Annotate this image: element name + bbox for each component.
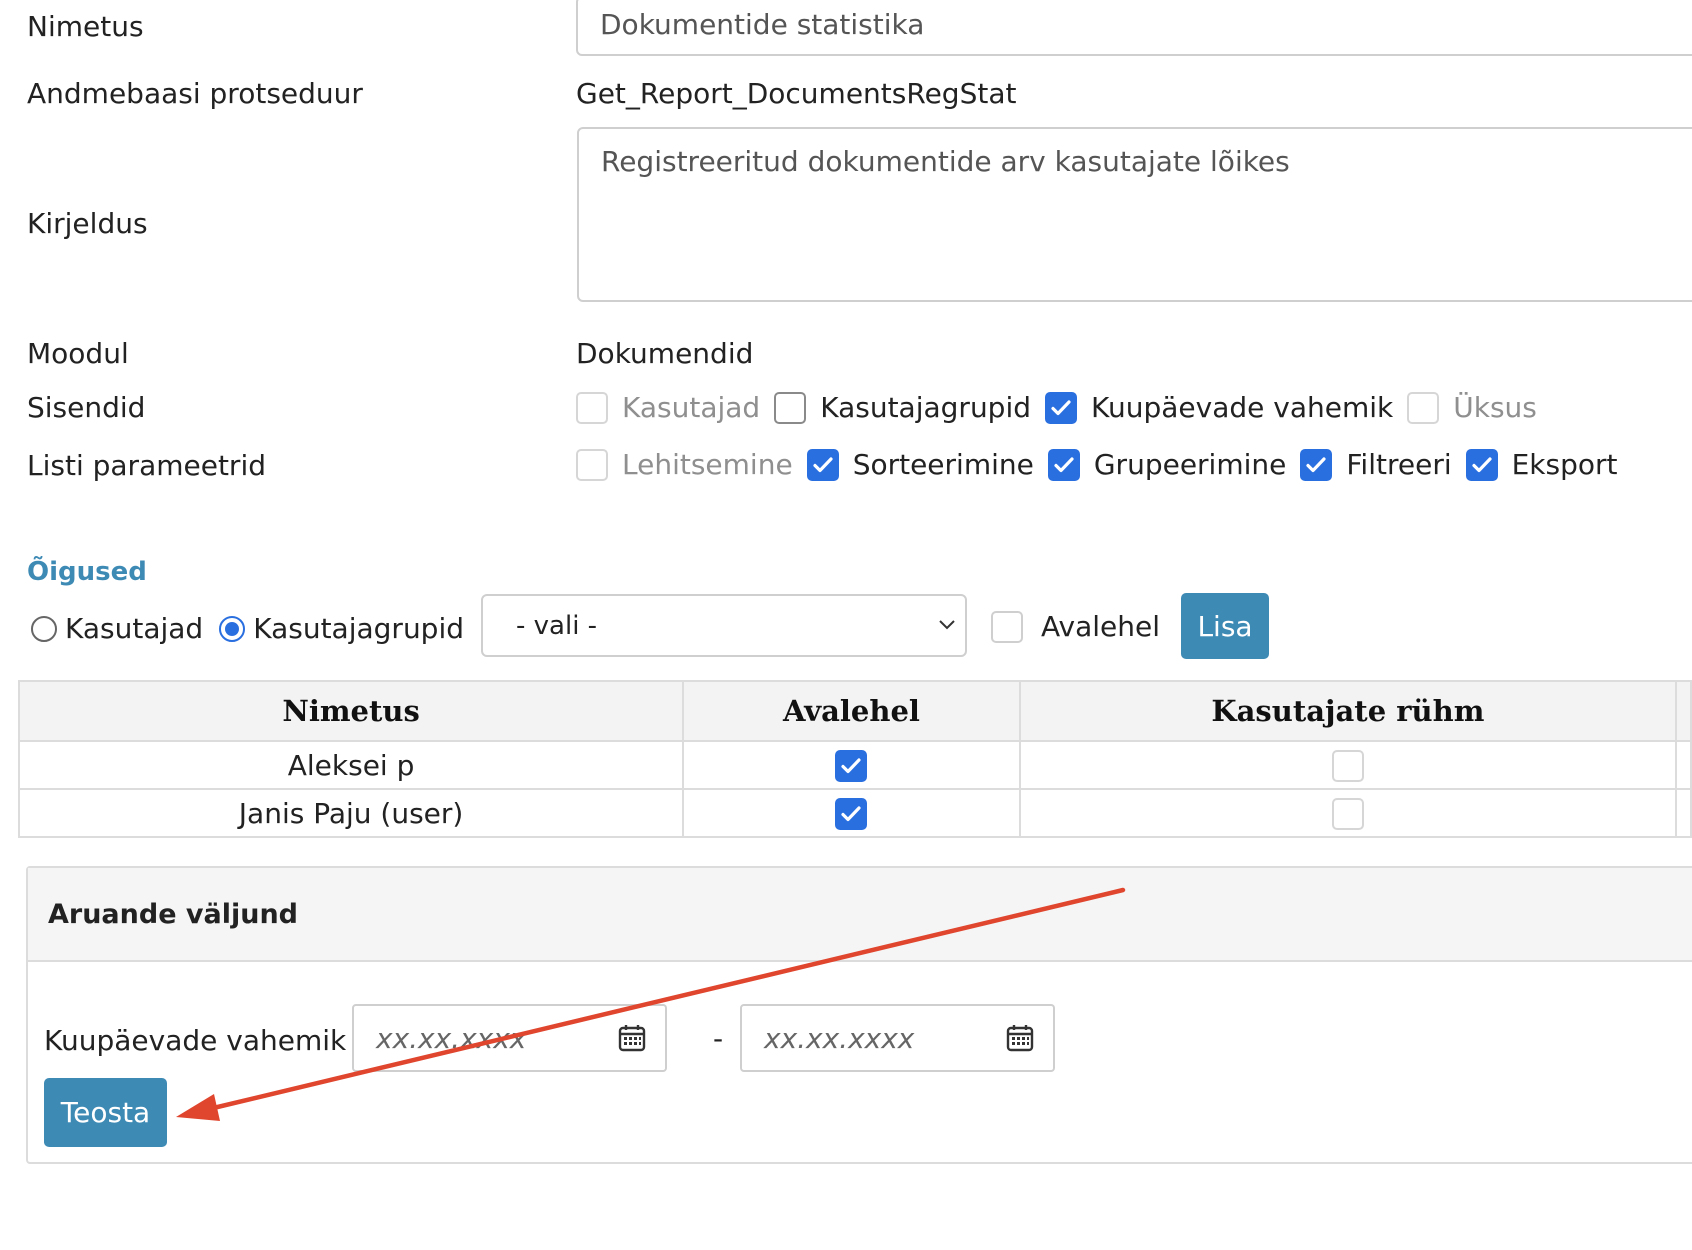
description-textarea[interactable]: Registreeritud dokumentide arv kasutajat… xyxy=(577,127,1692,302)
checkmark-icon xyxy=(1054,456,1074,472)
inputs-label: Sisendid xyxy=(27,391,146,424)
list-param-paging[interactable]: Lehitsemine xyxy=(576,448,793,481)
radio-button-selected[interactable] xyxy=(219,615,246,642)
checkbox[interactable] xyxy=(576,448,608,481)
checkbox[interactable] xyxy=(1331,798,1364,830)
table-cell-extra xyxy=(1675,740,1692,790)
panel-heading: Aruande väljund xyxy=(28,868,1692,962)
table-cell-usergroup xyxy=(1018,740,1678,790)
checkbox-label: Grupeerimine xyxy=(1093,448,1287,481)
checkbox-checked[interactable] xyxy=(835,750,868,782)
radio-label: Kasutajagrupid xyxy=(253,612,465,645)
select-value: - vali - xyxy=(516,610,598,641)
column-header-frontpage[interactable]: Avalehel xyxy=(682,680,1021,742)
table-cell-name: Aleksei p xyxy=(17,740,685,790)
name-field[interactable]: Dokumentide statistika xyxy=(576,0,1692,56)
checkbox-checked[interactable] xyxy=(835,798,868,830)
checkmark-icon xyxy=(841,806,862,822)
table-row: Janis Paju (user) xyxy=(17,788,1692,838)
table-cell-name: Janis Paju (user) xyxy=(17,788,685,838)
list-param-sorting[interactable]: Sorteerimine xyxy=(806,448,1034,481)
checkmark-icon xyxy=(1472,456,1492,472)
inputs-checkbox-group: Kasutajad Kasutajagrupid Kuupäevade vahe… xyxy=(576,391,1551,424)
column-header-name[interactable]: Nimetus xyxy=(17,680,685,742)
input-option-unit[interactable]: Üksus xyxy=(1407,391,1537,424)
rights-heading: Õigused xyxy=(27,557,147,587)
input-option-date-range[interactable]: Kuupäevade vahemik xyxy=(1045,391,1393,424)
checkmark-icon xyxy=(1306,456,1326,472)
checkbox-checked[interactable] xyxy=(1300,448,1333,481)
radio-usergroups[interactable]: Kasutajagrupid xyxy=(219,612,464,645)
checkmark-icon xyxy=(841,758,862,774)
date-to-input[interactable]: xx.xx.xxxx xyxy=(740,1004,989,1072)
date-to-calendar-button[interactable] xyxy=(987,1004,1055,1072)
table-cell-extra xyxy=(1675,788,1692,838)
checkbox-label: Kasutajad xyxy=(622,391,761,424)
radio-button[interactable] xyxy=(31,615,57,642)
checkbox-label: Lehitsemine xyxy=(622,448,793,481)
column-header-usergroup[interactable]: Kasutajate rühm xyxy=(1018,680,1678,742)
checkmark-icon xyxy=(813,456,833,472)
rights-table: Nimetus Avalehel Kasutajate rühm Aleksei… xyxy=(17,680,1692,838)
add-button[interactable]: Lisa xyxy=(1181,593,1269,659)
usergroup-select[interactable]: - vali - xyxy=(481,594,967,657)
checkbox[interactable] xyxy=(576,391,608,424)
checkbox-label: Eksport xyxy=(1511,448,1618,481)
checkbox-label: Filtreeri xyxy=(1346,448,1452,481)
input-option-usergroups[interactable]: Kasutajagrupid xyxy=(774,391,1031,424)
radio-label: Kasutajad xyxy=(65,612,204,645)
checkbox-checked[interactable] xyxy=(1047,448,1080,481)
date-from-input[interactable]: xx.xx.xxxx xyxy=(352,1004,601,1072)
module-value: Dokumendid xyxy=(576,337,754,370)
date-from-calendar-button[interactable] xyxy=(599,1004,667,1072)
procedure-label: Andmebaasi protseduur xyxy=(27,77,363,110)
rights-radio-group: Kasutajad Kasutajagrupid xyxy=(31,612,464,645)
name-label: Nimetus xyxy=(27,10,144,43)
checkbox-checked[interactable] xyxy=(806,448,839,481)
checkbox-checked[interactable] xyxy=(1045,391,1078,424)
procedure-value: Get_Report_DocumentsRegStat xyxy=(576,77,1017,110)
table-row: Aleksei p xyxy=(17,740,1692,790)
date-range-label: Kuupäevade vahemik xyxy=(44,1024,347,1057)
checkbox-checked[interactable] xyxy=(1465,448,1498,481)
checkbox-label: Kuupäevade vahemik xyxy=(1091,391,1394,424)
checkbox-label: Üksus xyxy=(1453,391,1537,424)
radio-users[interactable]: Kasutajad xyxy=(31,612,203,645)
date-separator: - xyxy=(713,1022,724,1055)
list-param-filter[interactable]: Filtreeri xyxy=(1300,448,1452,481)
checkbox-label: Kasutajagrupid xyxy=(820,391,1032,424)
input-option-users[interactable]: Kasutajad xyxy=(576,391,760,424)
calendar-icon xyxy=(618,1025,646,1052)
checkbox-label: Sorteerimine xyxy=(852,448,1034,481)
list-param-export[interactable]: Eksport xyxy=(1465,448,1618,481)
table-header-row: Nimetus Avalehel Kasutajate rühm xyxy=(17,680,1692,742)
table-cell-frontpage xyxy=(682,788,1021,838)
checkbox-label: Avalehel xyxy=(1041,610,1160,643)
checkbox[interactable] xyxy=(1331,750,1364,782)
run-report-button[interactable]: Teosta xyxy=(44,1078,167,1147)
table-cell-usergroup xyxy=(1018,788,1678,838)
checkmark-icon xyxy=(1051,399,1071,415)
column-header-extra xyxy=(1675,680,1692,742)
checkbox[interactable] xyxy=(774,391,807,424)
description-label: Kirjeldus xyxy=(27,207,148,240)
checkbox[interactable] xyxy=(1407,391,1440,424)
list-params-checkbox-group: Lehitsemine Sorteerimine Grupeerimine Fi… xyxy=(576,448,1632,481)
calendar-icon xyxy=(1006,1025,1034,1052)
module-label: Moodul xyxy=(27,337,129,370)
list-param-grouping[interactable]: Grupeerimine xyxy=(1047,448,1287,481)
list-params-label: Listi parameetrid xyxy=(27,449,266,482)
chevron-down-icon xyxy=(939,620,955,630)
checkbox[interactable] xyxy=(991,610,1023,643)
rights-frontpage-option[interactable]: Avalehel xyxy=(991,610,1160,643)
table-cell-frontpage xyxy=(682,740,1021,790)
